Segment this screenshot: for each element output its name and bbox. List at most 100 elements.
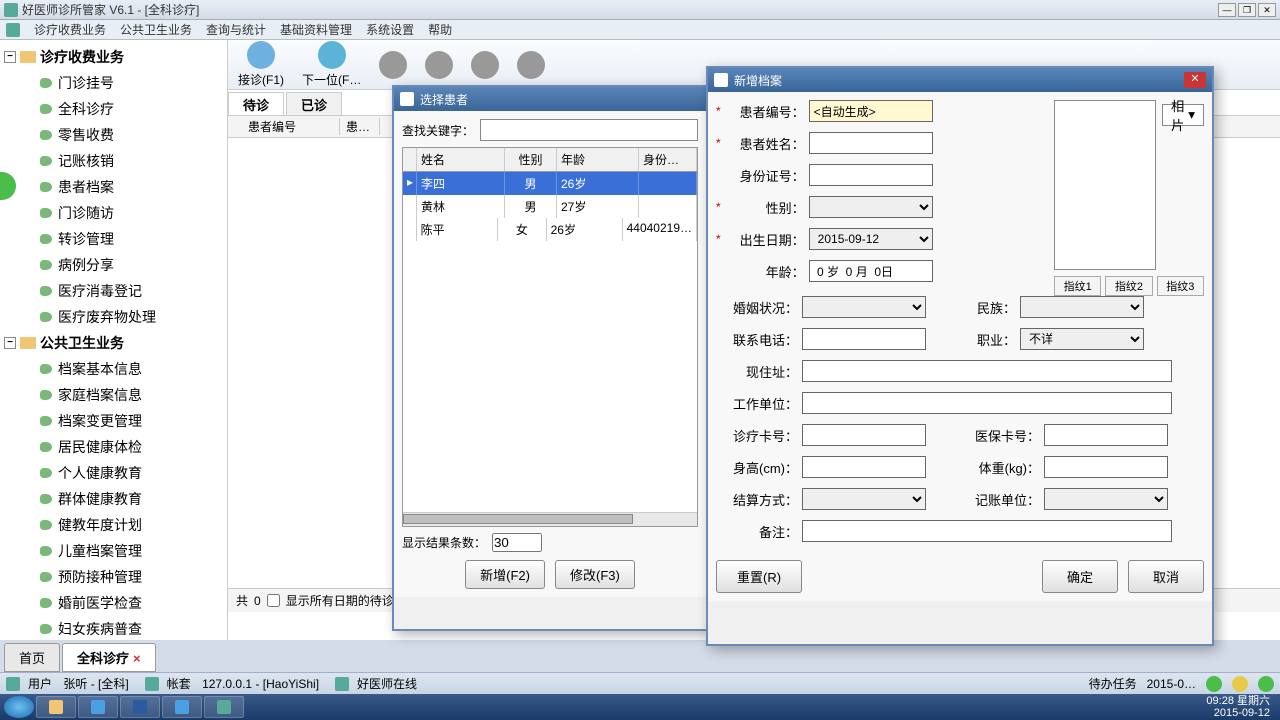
close-icon[interactable]: × xyxy=(133,651,141,666)
tree-item-archive-basic[interactable]: 档案基本信息 xyxy=(0,356,227,382)
task-explorer[interactable] xyxy=(36,696,76,718)
collapse-icon[interactable]: − xyxy=(4,51,16,63)
task-app[interactable] xyxy=(204,696,244,718)
tb-icon xyxy=(379,51,407,79)
new-patient-button[interactable]: 新增(F2) xyxy=(465,560,545,589)
patient-no-input[interactable] xyxy=(809,100,933,122)
tree-item-women-screen[interactable]: 妇女疾病普查 xyxy=(0,616,227,640)
tree-item-child-archive[interactable]: 儿童档案管理 xyxy=(0,538,227,564)
tree-item-billing-writeoff[interactable]: 记账核销 xyxy=(0,148,227,174)
show-all-dates-checkbox[interactable] xyxy=(267,594,280,607)
collapse-icon[interactable]: − xyxy=(4,337,16,349)
task-ie1[interactable] xyxy=(78,696,118,718)
tree-item-referral[interactable]: 转诊管理 xyxy=(0,226,227,252)
insurance-card-input[interactable] xyxy=(1044,424,1168,446)
menu-help[interactable]: 帮助 xyxy=(428,21,452,38)
app-icon xyxy=(4,3,18,17)
col-name[interactable]: 姓名 xyxy=(417,148,505,171)
toolbar-btn3[interactable] xyxy=(379,51,407,79)
edit-patient-button[interactable]: 修改(F3) xyxy=(555,560,635,589)
menu-basedata[interactable]: 基础资料管理 xyxy=(280,21,352,38)
patient-row[interactable]: ▸李四男26岁 xyxy=(403,172,697,195)
todo-tasks[interactable]: 待办任务 xyxy=(1089,675,1137,692)
menu-public-health[interactable]: 公共卫生业务 xyxy=(120,21,192,38)
cancel-button[interactable]: 取消 xyxy=(1128,560,1204,593)
address-input[interactable] xyxy=(802,360,1172,382)
tree-group-billing[interactable]: − 诊疗收费业务 xyxy=(0,44,227,70)
settlement-select[interactable] xyxy=(802,488,926,510)
menu-billing[interactable]: 诊疗收费业务 xyxy=(34,21,106,38)
start-button[interactable] xyxy=(4,696,34,718)
page-tab-home[interactable]: 首页 xyxy=(4,643,60,672)
sex-select[interactable] xyxy=(809,196,933,218)
restore-button[interactable]: ❐ xyxy=(1238,3,1256,17)
fingerprint1-button[interactable]: 指纹1 xyxy=(1054,276,1101,296)
tree-item-vaccine[interactable]: 预防接种管理 xyxy=(0,564,227,590)
age-input[interactable] xyxy=(809,260,933,282)
keyword-input[interactable] xyxy=(480,119,698,141)
reset-button[interactable]: 重置(R) xyxy=(716,560,802,593)
tree-item-personal-edu[interactable]: 个人健康教育 xyxy=(0,460,227,486)
taskbar-clock[interactable]: 09:28 星期六 2015-09-12 xyxy=(1206,695,1276,719)
minimize-button[interactable]: — xyxy=(1218,3,1236,17)
tree-item-group-edu[interactable]: 群体健康教育 xyxy=(0,486,227,512)
tree-item-waste[interactable]: 医疗废弃物处理 xyxy=(0,304,227,330)
patient-row[interactable]: 黄林男27岁 xyxy=(403,195,697,218)
ethnic-select[interactable] xyxy=(1020,296,1144,318)
col-sex[interactable]: 性别 xyxy=(505,148,557,171)
clinic-card-input[interactable] xyxy=(802,424,926,446)
toolbar-btn4[interactable] xyxy=(425,51,453,79)
weight-input[interactable] xyxy=(1044,456,1168,478)
ok-button[interactable]: 确定 xyxy=(1042,560,1118,593)
job-select[interactable]: 不详 xyxy=(1020,328,1144,350)
toolbar-btn5[interactable] xyxy=(471,51,499,79)
dob-input[interactable]: 2015-09-12 xyxy=(809,228,933,250)
tree-item-archive-change[interactable]: 档案变更管理 xyxy=(0,408,227,434)
idcard-input[interactable] xyxy=(809,164,933,186)
tree-item-premarital[interactable]: 婚前医学检查 xyxy=(0,590,227,616)
close-button[interactable]: ✕ xyxy=(1258,3,1276,17)
col-idcard[interactable]: 身份… xyxy=(639,148,697,171)
marital-select[interactable] xyxy=(802,296,926,318)
next-icon xyxy=(318,41,346,69)
tree-item-edu-plan[interactable]: 健教年度计划 xyxy=(0,512,227,538)
tree-item-patient-file[interactable]: 患者档案 xyxy=(0,174,227,200)
height-input[interactable] xyxy=(802,456,926,478)
tree-item-retail[interactable]: 零售收费 xyxy=(0,122,227,148)
tree-item-disinfect[interactable]: 医疗消毒登记 xyxy=(0,278,227,304)
tree-item-registration[interactable]: 门诊挂号 xyxy=(0,70,227,96)
leaf-icon xyxy=(40,78,52,88)
tree-item-family-archive[interactable]: 家庭档案信息 xyxy=(0,382,227,408)
fingerprint2-button[interactable]: 指纹2 xyxy=(1105,276,1152,296)
page-tab-general[interactable]: 全科诊疗× xyxy=(62,643,156,672)
toolbar-admit[interactable]: 接诊(F1) xyxy=(238,41,284,88)
photo-button[interactable]: 相片 ▾ xyxy=(1162,104,1204,126)
task-word[interactable] xyxy=(120,696,160,718)
tree-group-public-health[interactable]: − 公共卫生业务 xyxy=(0,330,227,356)
tree-item-case-share[interactable]: 病例分享 xyxy=(0,252,227,278)
workplace-input[interactable] xyxy=(802,392,1172,414)
toolbar-next[interactable]: 下一位(F… xyxy=(302,41,361,88)
col-age[interactable]: 年龄 xyxy=(557,148,639,171)
account-label: 帐套 xyxy=(167,675,191,692)
menu-reports[interactable]: 查询与统计 xyxy=(206,21,266,38)
toolbar-btn6[interactable] xyxy=(517,51,545,79)
tab-waiting[interactable]: 待诊 xyxy=(228,92,284,115)
patient-name-input[interactable] xyxy=(809,132,933,154)
menu-settings[interactable]: 系统设置 xyxy=(366,21,414,38)
dialog-close-button[interactable]: ✕ xyxy=(1184,72,1206,88)
remark-input[interactable] xyxy=(802,520,1172,542)
patient-row[interactable]: 陈平女26岁44040219… xyxy=(403,218,697,241)
result-count-input[interactable] xyxy=(492,533,542,552)
online-label[interactable]: 好医师在线 xyxy=(357,675,417,692)
billing-unit-select[interactable] xyxy=(1044,488,1168,510)
tree-item-followup[interactable]: 门诊随访 xyxy=(0,200,227,226)
tree-group-label: 公共卫生业务 xyxy=(40,333,124,353)
grid-scrollbar[interactable] xyxy=(403,512,697,526)
task-ie2[interactable] xyxy=(162,696,202,718)
tree-item-resident-exam[interactable]: 居民健康体检 xyxy=(0,434,227,460)
phone-input[interactable] xyxy=(802,328,926,350)
tab-done[interactable]: 已诊 xyxy=(286,92,342,115)
fingerprint3-button[interactable]: 指纹3 xyxy=(1157,276,1204,296)
tree-item-general[interactable]: 全科诊疗 xyxy=(0,96,227,122)
